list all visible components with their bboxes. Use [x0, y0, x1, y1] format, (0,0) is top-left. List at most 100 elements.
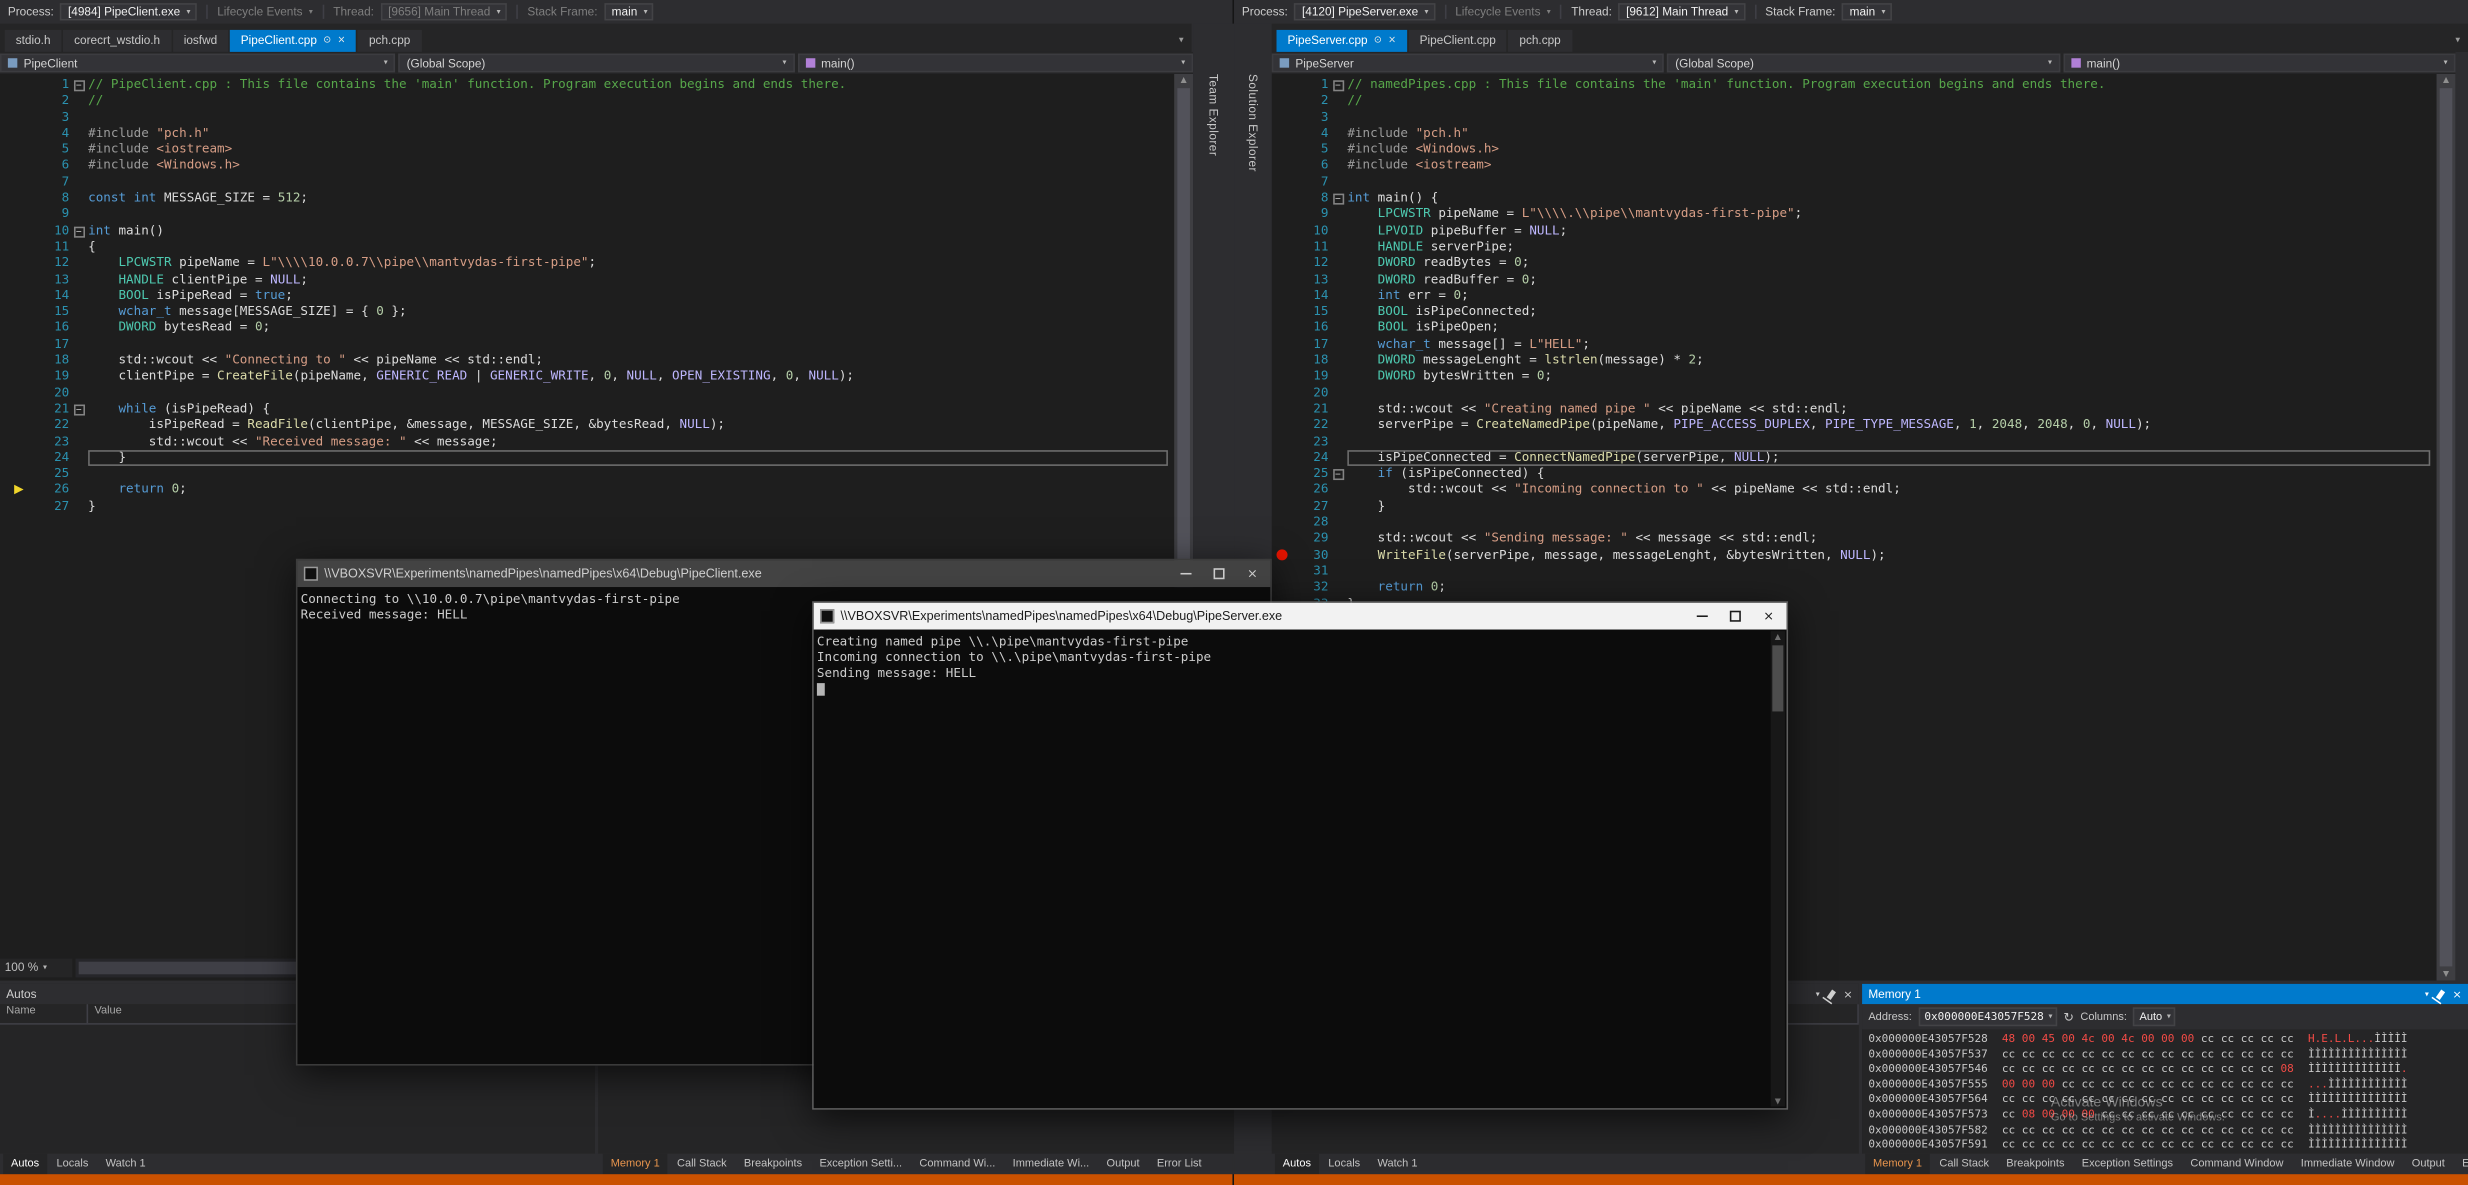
fold-collapse-icon[interactable]: − [1332, 469, 1343, 480]
code-line[interactable]: 19 clientPipe = CreateFile(pipeName, GEN… [0, 369, 1174, 385]
window-position-icon[interactable]: ▾ [2425, 989, 2429, 998]
code-line[interactable]: 12 LPCWSTR pipeName = L"\\\\10.0.0.7\\pi… [0, 255, 1174, 271]
code-line[interactable]: 24 } [0, 450, 1174, 466]
scrollbar-thumb[interactable] [2440, 88, 2453, 966]
code-line[interactable]: 26 return 0; [0, 482, 1174, 498]
tab-overflow-icon[interactable]: ▾ [1179, 35, 1184, 46]
scroll-up-icon[interactable]: ▲ [1771, 633, 1785, 642]
code-line[interactable]: 29 std::wcout << "Sending message: " << … [1272, 531, 2437, 547]
console-output[interactable]: Creating named pipe \\.\pipe\mantvydas-f… [814, 630, 1787, 1108]
code-line[interactable]: 6#include <iostream> [1272, 158, 2437, 174]
code-line[interactable]: 12 DWORD readBytes = 0; [1272, 255, 2437, 271]
project-dropdown[interactable]: PipeClient▾ [0, 54, 396, 73]
left-tab-Error List[interactable]: Error List [1149, 1154, 1209, 1174]
code-line[interactable]: 9 [0, 207, 1174, 223]
code-line[interactable]: 3 [0, 110, 1174, 126]
code-line[interactable]: 31 [1272, 563, 2437, 579]
left-tab-Exception Setti...[interactable]: Exception Setti... [812, 1154, 910, 1174]
window-position-icon[interactable]: ▾ [1816, 989, 1820, 998]
scroll-up-icon[interactable]: ▲ [1174, 76, 1193, 85]
doc-tab-pch.cpp[interactable]: pch.cpp [358, 30, 421, 52]
console-window-pipeserver[interactable]: \\VBOXSVR\Experiments\namedPipes\namedPi… [812, 601, 1788, 1109]
fold-margin[interactable]: − [1328, 191, 1347, 207]
code-line[interactable]: 18 DWORD messageLenght = lstrlen(message… [1272, 353, 2437, 369]
fold-collapse-icon[interactable]: − [73, 80, 84, 91]
vertical-scrollbar[interactable]: ▲ ▼ [2437, 74, 2456, 981]
column-header-name[interactable]: Name [0, 1004, 88, 1023]
left-tab-Watch 1[interactable]: Watch 1 [98, 1154, 154, 1174]
code-line[interactable]: 26 std::wcout << "Incoming connection to… [1272, 482, 2437, 498]
code-line[interactable]: 24 isPipeConnected = ConnectNamedPipe(se… [1272, 450, 2437, 466]
fold-margin[interactable]: − [69, 223, 88, 239]
tab-pin-icon[interactable]: ⊙ [1374, 30, 1382, 52]
minimize-icon[interactable] [1697, 615, 1708, 617]
code-line[interactable]: 21 std::wcout << "Creating named pipe " … [1272, 401, 2437, 417]
thread-combo[interactable]: [9612] Main Thread▾ [1618, 3, 1745, 20]
scroll-down-icon[interactable]: ▼ [1771, 1097, 1785, 1106]
code-line[interactable]: 30 WriteFile(serverPipe, message, messag… [1272, 547, 2437, 563]
code-line[interactable]: 25− if (isPipeConnected) { [1272, 466, 2437, 482]
code-line[interactable]: 17 [0, 336, 1174, 352]
code-line[interactable]: 8−int main() { [1272, 191, 2437, 207]
right-tab-Breakpoints[interactable]: Breakpoints [1998, 1154, 2072, 1174]
memory-titlebar[interactable]: Memory 1 ▾× [1862, 984, 2468, 1004]
left-tab-Autos[interactable]: Autos [3, 1154, 47, 1174]
tab-overflow-icon[interactable]: ▾ [2455, 35, 2460, 46]
stack-frame-combo[interactable]: main▾ [1842, 3, 1892, 20]
code-line[interactable]: 21− while (isPipeRead) { [0, 401, 1174, 417]
close-icon[interactable]: × [2452, 988, 2461, 1001]
tab-close-icon[interactable]: × [1388, 30, 1396, 52]
project-dropdown[interactable]: PipeServer▾ [1272, 54, 1664, 73]
code-line[interactable]: 20 [1272, 385, 2437, 401]
memory-row[interactable]: 0x000000E43057F537cc cc cc cc cc cc cc c… [1868, 1048, 2461, 1063]
code-line[interactable]: 10−int main() [0, 223, 1174, 239]
code-line[interactable]: 5#include <Windows.h> [1272, 142, 2437, 158]
breakpoint-margin[interactable] [0, 482, 38, 499]
left-tab-Locals[interactable]: Locals [49, 1154, 97, 1174]
fold-collapse-icon[interactable]: − [1332, 194, 1343, 205]
columns-select[interactable]: Auto▾ [2133, 1007, 2175, 1026]
code-line[interactable]: 7 [1272, 174, 2437, 190]
doc-tab-corecrt_wstdio.h[interactable]: corecrt_wstdio.h [63, 30, 171, 52]
left-tab-Immediate Wi...[interactable]: Immediate Wi... [1005, 1154, 1097, 1174]
tab-pin-icon[interactable]: ⊙ [323, 30, 331, 52]
code-line[interactable]: 11{ [0, 239, 1174, 255]
breakpoint-icon[interactable] [1277, 549, 1288, 560]
address-input[interactable]: 0x000000E43057F528▾ [1918, 1007, 2057, 1026]
left-tab-Breakpoints[interactable]: Breakpoints [736, 1154, 810, 1174]
code-line[interactable]: 28 [1272, 515, 2437, 531]
code-line[interactable]: 20 [0, 385, 1174, 401]
lifecycle-events-button[interactable]: Lifecycle Events [217, 5, 302, 19]
right-tab-Autos[interactable]: Autos [1275, 1154, 1319, 1174]
right-tab-Locals[interactable]: Locals [1320, 1154, 1368, 1174]
code-line[interactable]: 25 [0, 466, 1174, 482]
code-line[interactable]: 14 int err = 0; [1272, 288, 2437, 304]
left-tab-Memory 1[interactable]: Memory 1 [603, 1154, 668, 1174]
fold-collapse-icon[interactable]: − [73, 226, 84, 237]
code-line[interactable]: 17 wchar_t message[] = L"HELL"; [1272, 336, 2437, 352]
code-line[interactable]: 32 return 0; [1272, 580, 2437, 596]
tab-close-icon[interactable]: × [337, 30, 345, 52]
doc-tab-pch.cpp[interactable]: pch.cpp [1508, 30, 1571, 52]
code-line[interactable]: 13 HANDLE clientPipe = NULL; [0, 272, 1174, 288]
right-tab-Exception Settings[interactable]: Exception Settings [2074, 1154, 2181, 1174]
doc-tab-iosfwd[interactable]: iosfwd [173, 30, 229, 52]
fold-margin[interactable]: − [69, 401, 88, 417]
code-line[interactable]: 15 BOOL isPipeConnected; [1272, 304, 2437, 320]
memory-row[interactable]: 0x000000E43057F564cc cc cc cc cc cc cc c… [1868, 1093, 2461, 1108]
left-tab-Output[interactable]: Output [1099, 1154, 1148, 1174]
code-line[interactable]: 22 serverPipe = CreateNamedPipe(pipeName… [1272, 417, 2437, 433]
process-combo[interactable]: [4120] PipeServer.exe▾ [1294, 3, 1435, 20]
close-icon[interactable]: × [1247, 567, 1258, 580]
code-line[interactable]: 4#include "pch.h" [0, 126, 1174, 142]
memory-row[interactable]: 0x000000E43057F582cc cc cc cc cc cc cc c… [1868, 1123, 2461, 1138]
right-tab-Command Window[interactable]: Command Window [2182, 1154, 2291, 1174]
thread-combo[interactable]: [9656] Main Thread▾ [380, 3, 507, 20]
code-line[interactable]: 1−// namedPipes.cpp : This file contains… [1272, 77, 2437, 93]
fold-margin[interactable]: − [1328, 466, 1347, 482]
code-line[interactable]: 15 wchar_t message[MESSAGE_SIZE] = { 0 }… [0, 304, 1174, 320]
fold-margin[interactable]: − [1328, 77, 1347, 93]
doc-tab-stdio.h[interactable]: stdio.h [5, 30, 62, 52]
right-tab-Output[interactable]: Output [2404, 1154, 2453, 1174]
code-line[interactable]: 13 DWORD readBuffer = 0; [1272, 272, 2437, 288]
